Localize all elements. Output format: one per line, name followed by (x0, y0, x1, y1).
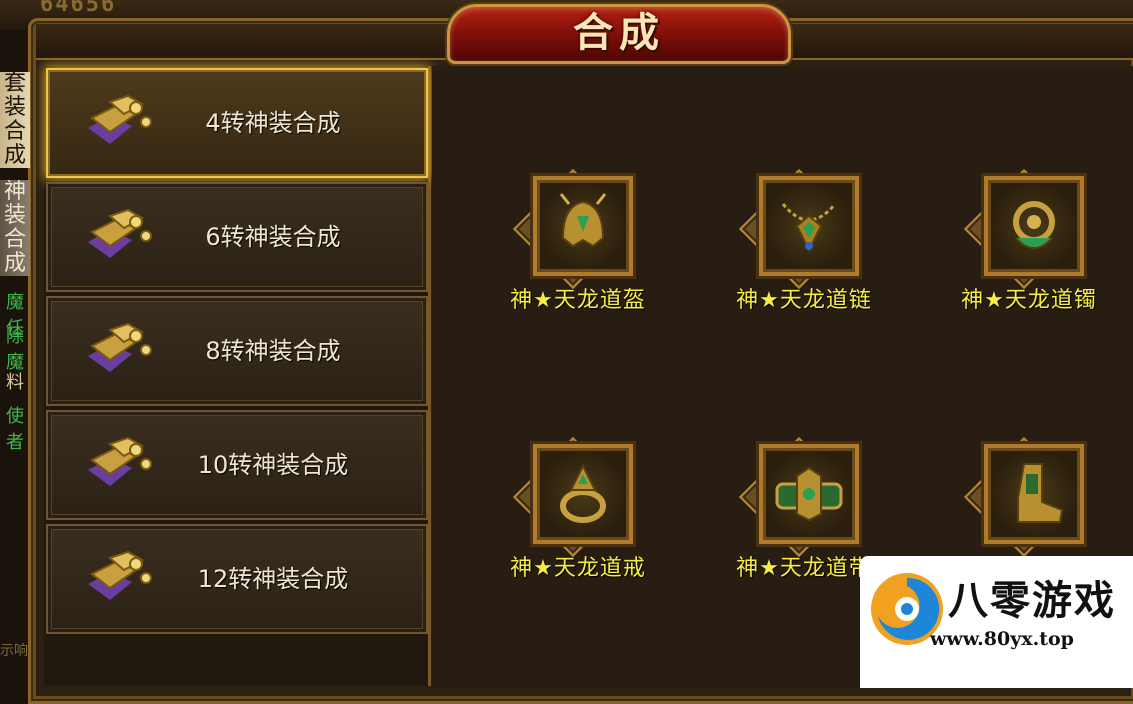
tab-divine-synthesis-label: 神装合成 (3, 180, 26, 276)
tab-suit-synthesis[interactable]: 套装合成 (0, 72, 30, 168)
watermark-name: 八零游戏 (948, 578, 1116, 624)
panel-title: 合成 (573, 9, 665, 56)
item-name: 神★天龙道链 (736, 288, 872, 313)
gem-material-icon (88, 322, 152, 372)
category-label: 4转神装合成 (205, 109, 341, 137)
watermark-url: www.80yx.top (930, 628, 1074, 650)
bracelet-icon (1013, 201, 1055, 249)
boots-icon (1017, 463, 1064, 523)
category-item[interactable]: 4转神装合成 (46, 68, 428, 178)
category-item[interactable]: 10转神装合成 (46, 410, 428, 520)
category-item[interactable]: 12转神装合成 (46, 524, 428, 634)
item-name: 神★天龙道盔 (510, 288, 646, 313)
score-readout: 64656 (40, 0, 117, 17)
slot-box[interactable] (984, 444, 1084, 544)
category-label: 8转神装合成 (205, 337, 341, 365)
equipment-slot-necklace[interactable]: 神★天龙道链 (714, 162, 894, 322)
category-item[interactable]: 6转神装合成 (46, 182, 428, 292)
side-fragment: 使者 (6, 406, 24, 453)
category-list: 4转神装合成 6转神装合成 8转神装合成 10转神装合成 12转神装合成 (44, 66, 431, 686)
slot-box[interactable] (533, 176, 633, 276)
side-fragment: 除魔 (6, 326, 24, 373)
slot-box[interactable] (984, 176, 1084, 276)
slot-box[interactable] (759, 176, 859, 276)
gem-material-icon (88, 550, 152, 600)
side-fragment: 示响 (0, 643, 28, 659)
tab-suit-synthesis-label: 套装合成 (3, 72, 26, 168)
category-label: 6转神装合成 (205, 223, 341, 251)
equipment-slot-helmet[interactable]: 神★天龙道盔 (488, 162, 668, 322)
equipment-slot-bracelet[interactable]: 神★天龙道镯 (939, 162, 1119, 322)
equipment-slot-ring[interactable]: 神★天龙道戒 (488, 430, 668, 590)
slot-box[interactable] (533, 444, 633, 544)
category-item[interactable]: 8转神装合成 (46, 296, 428, 406)
tab-divine-synthesis[interactable]: 神装合成 (0, 180, 30, 276)
necklace-icon (781, 203, 837, 253)
category-label: 12转神装合成 (197, 565, 349, 593)
item-name: 神★天龙道戒 (510, 556, 646, 581)
gem-material-icon (88, 436, 152, 486)
slot-box[interactable] (759, 444, 859, 544)
ring-icon (560, 463, 606, 523)
gem-material-icon (88, 94, 152, 144)
item-name: 神★天龙道镯 (961, 288, 1097, 313)
helmet-icon (559, 193, 607, 248)
belt-icon (775, 466, 843, 522)
side-fragment: 料 (6, 372, 24, 393)
gem-material-icon (88, 208, 152, 258)
site-watermark: 八零游戏 www.80yx.top (860, 556, 1133, 688)
category-label: 10转神装合成 (197, 451, 349, 479)
